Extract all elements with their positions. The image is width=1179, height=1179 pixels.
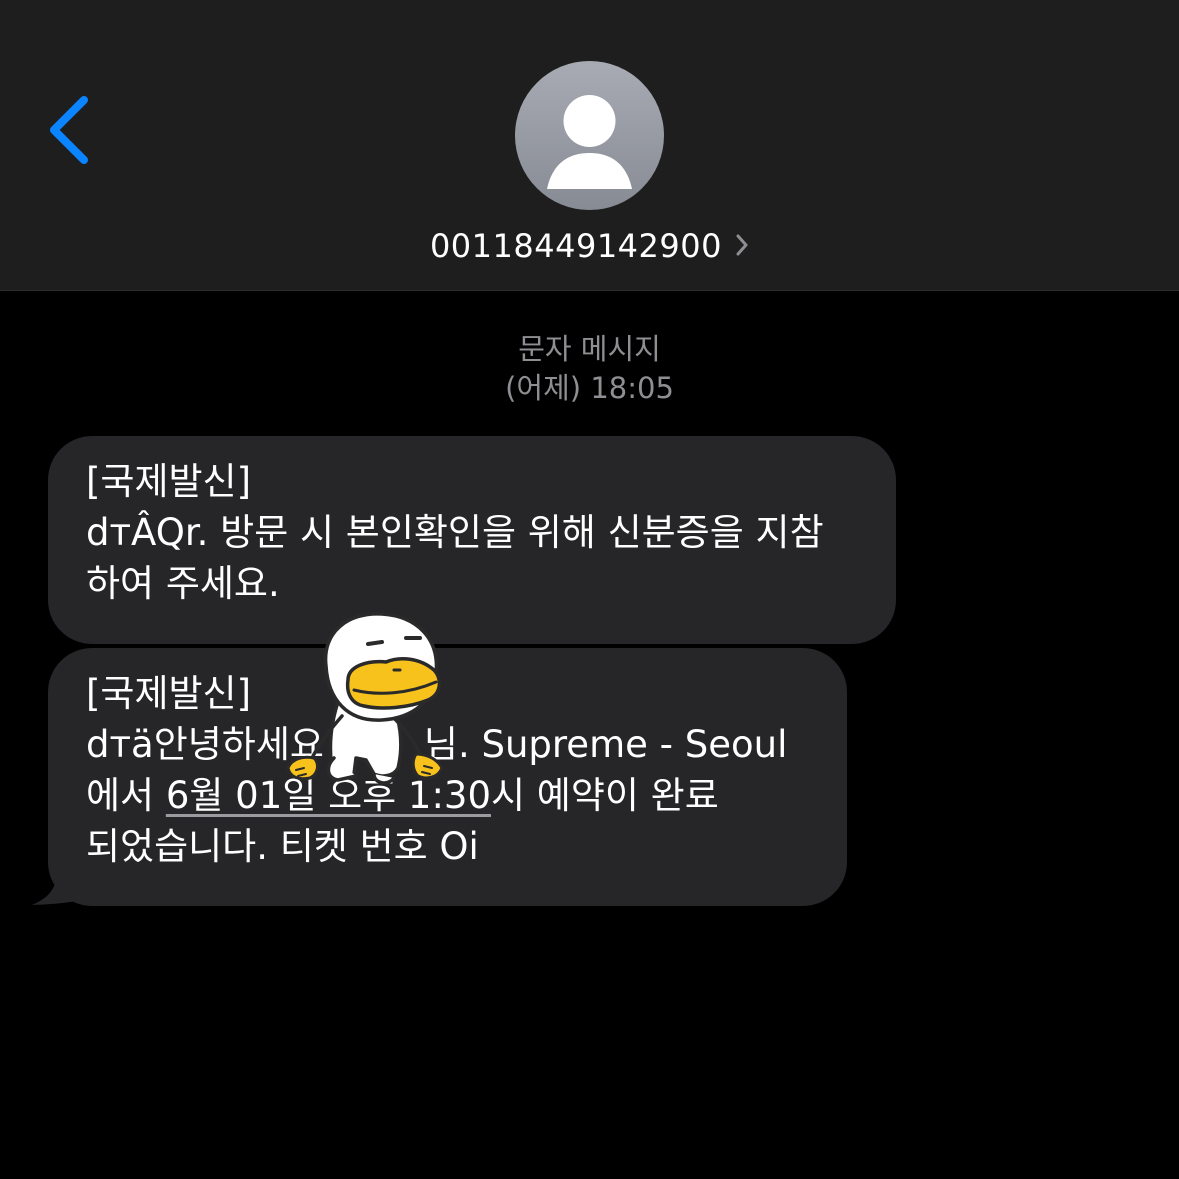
chevron-left-icon [50,96,88,164]
message-line: dтÂQr. 방문 시 본인확인을 위해 신분증을 지참 [86,511,824,554]
person-silhouette-icon [547,95,632,189]
message-type-label: 문자 메시지 [518,332,661,366]
contact-info[interactable]: 00118449142900 [0,222,1179,270]
chevron-right-icon [736,234,748,256]
message-bubble[interactable]: [국제발신] dтÂQr. 방문 시 본인확인을 위해 신분증을 지참 하여 주… [48,436,896,644]
contact-number[interactable]: 00118449142900 [430,222,722,270]
contact-avatar[interactable] [515,61,664,210]
back-button[interactable] [40,90,100,170]
message-text: 님. Supreme - Seoul [423,723,788,766]
message-text: 에서 [86,774,166,817]
duck-character-sticker-icon[interactable] [282,608,452,794]
bubble-tail [32,860,88,905]
message-line: [국제발신] [86,460,252,503]
message-text: 시 예약이 완료 [491,774,719,817]
message-line: 되었습니다. 티켓 번호 Oi [86,825,479,868]
message-line: 하여 주세요. [86,562,280,605]
conversation-header: 00118449142900 [0,0,1179,291]
message-timestamp: (어제) 18:05 [505,371,674,405]
